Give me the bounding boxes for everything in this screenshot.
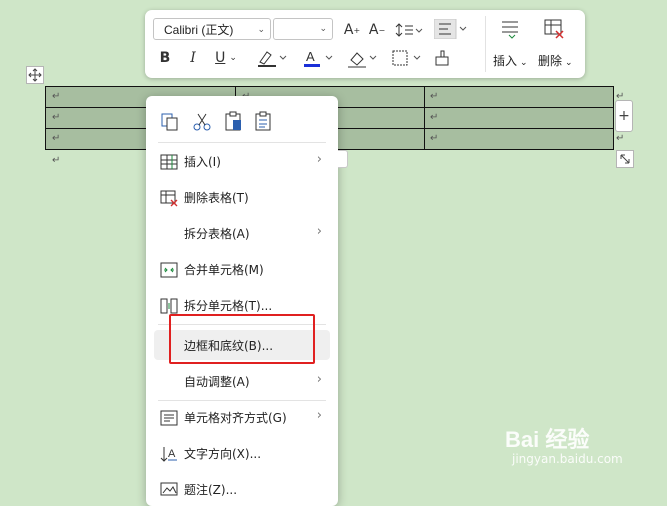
menu-item-insert[interactable]: 插入(I) › — [146, 146, 338, 176]
chevron-right-icon: › — [316, 372, 322, 387]
menu-item-autofit[interactable]: 自动调整(A) › — [146, 366, 338, 396]
column-resize-marker — [338, 150, 348, 168]
copy-icon[interactable] — [160, 112, 180, 132]
borders-icon[interactable] — [389, 48, 423, 68]
watermark-url: jingyan.baidu.com — [512, 452, 623, 466]
shading-icon[interactable] — [345, 48, 379, 68]
cell-end-mark: ↵ — [52, 91, 61, 102]
cut-icon[interactable] — [192, 112, 212, 132]
line-spacing-icon[interactable] — [393, 20, 425, 40]
cell-end-mark: ↵ — [52, 133, 61, 144]
format-painter-icon[interactable] — [431, 48, 453, 68]
grow-font-icon[interactable]: A + — [342, 20, 362, 40]
watermark-logo: Bai 经验 — [505, 427, 590, 452]
chevron-right-icon: › — [316, 152, 322, 167]
caption-icon — [160, 481, 178, 499]
chevron-right-icon: › — [316, 224, 322, 239]
text-direction-icon: A — [160, 445, 178, 463]
svg-text:A: A — [306, 49, 315, 64]
menu-item-split-table[interactable]: 拆分表格(A) › — [146, 218, 338, 248]
insert-button[interactable]: 插入 ⌄ — [493, 52, 528, 69]
font-size-select[interactable]: ⌄ — [273, 18, 333, 40]
chevron-down-icon: ⌄ — [257, 24, 265, 34]
bold-icon[interactable]: B — [157, 48, 173, 68]
annotation-highlight-box — [169, 314, 315, 364]
underline-icon[interactable]: U ⌄ — [211, 48, 241, 68]
table-resize-handle[interactable] — [616, 150, 634, 168]
font-name-select[interactable]: Calibri (正文) ⌄ — [153, 18, 271, 40]
cell-end-mark: ↵ — [52, 112, 61, 123]
cell-end-mark: ↵ — [430, 133, 439, 144]
context-menu: 插入(I) › 删除表格(T) 拆分表格(A) › 合并单元格(M) 拆分单元格… — [146, 96, 338, 506]
cell-align-icon — [160, 409, 178, 427]
menu-item-cell-alignment[interactable]: 单元格对齐方式(G) › — [146, 402, 338, 432]
table-move-handle[interactable] — [26, 66, 44, 84]
table-col-divider — [424, 87, 425, 149]
cell-end-mark: ↵ — [430, 112, 439, 123]
row-end-mark: ↵ — [616, 133, 625, 144]
svg-text:A: A — [168, 448, 176, 460]
highlighter-icon[interactable] — [255, 48, 289, 68]
delete-button[interactable]: 删除 ⌄ — [538, 52, 573, 69]
delete-table-icon[interactable] — [543, 18, 565, 40]
insert-table-icon — [160, 153, 178, 171]
alignment-icon[interactable] — [433, 18, 469, 40]
shrink-font-icon[interactable]: A − — [367, 20, 387, 40]
split-cells-icon — [160, 297, 178, 315]
chevron-right-icon: › — [316, 408, 322, 423]
insert-rows-icon[interactable] — [499, 18, 521, 40]
toolbar-divider — [485, 16, 486, 72]
font-color-icon[interactable]: A — [301, 48, 335, 68]
menu-item-caption[interactable]: 题注(Z)... — [146, 474, 338, 504]
menu-divider — [158, 400, 326, 401]
cell-end-mark: ↵ — [430, 91, 439, 102]
add-column-button[interactable]: + — [615, 100, 633, 132]
menu-divider — [158, 142, 326, 143]
italic-icon[interactable]: I — [185, 48, 201, 68]
merge-cells-icon — [160, 261, 178, 279]
menu-item-text-direction[interactable]: A 文字方向(X)... — [146, 438, 338, 468]
chevron-down-icon: ⌄ — [319, 24, 327, 34]
menu-item-merge-cells[interactable]: 合并单元格(M) — [146, 254, 338, 284]
floating-toolbar: Calibri (正文) ⌄ ⌄ A + A − B I U ⌄ A 插入 ⌄ 删除 ⌄ — [145, 10, 585, 78]
paragraph-mark: ↵ — [52, 155, 61, 166]
font-name-value: Calibri (正文) — [164, 22, 234, 37]
menu-item-delete-table[interactable]: 删除表格(T) — [146, 182, 338, 212]
paste-text-icon[interactable] — [254, 110, 274, 132]
paste-icon[interactable] — [224, 110, 244, 132]
delete-table-icon — [160, 189, 178, 207]
